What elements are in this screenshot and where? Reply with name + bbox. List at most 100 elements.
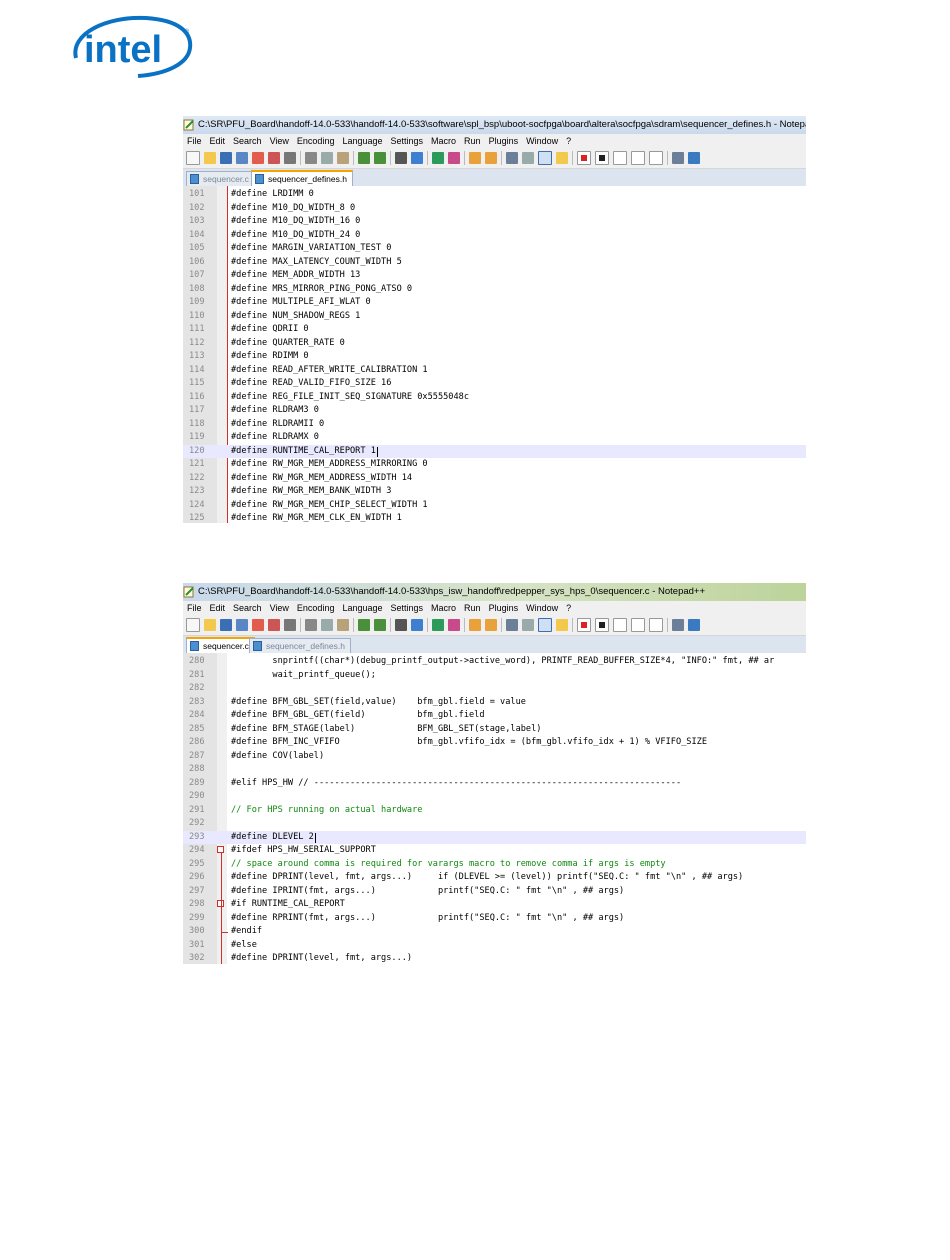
- code-line[interactable]: 120 #define RUNTIME_CAL_REPORT 1: [183, 444, 806, 458]
- code-line[interactable]: 284 #define BFM_GBL_GET(field) bfm_gbl.fi…: [183, 709, 806, 723]
- close-all-icon[interactable]: [268, 619, 280, 631]
- zoom-in-icon[interactable]: [432, 152, 444, 164]
- menu-macro[interactable]: Macro: [431, 136, 456, 146]
- menu-macro[interactable]: Macro: [431, 603, 456, 613]
- menu-search[interactable]: Search: [233, 603, 262, 613]
- find-icon[interactable]: [395, 152, 407, 164]
- menu-view[interactable]: View: [270, 136, 289, 146]
- print-icon[interactable]: [284, 619, 296, 631]
- code-line[interactable]: 288: [183, 763, 806, 777]
- code-line[interactable]: 125 #define RW_MGR_MEM_CLK_EN_WIDTH 1: [183, 512, 806, 523]
- code-line[interactable]: 104 #define M10_DQ_WIDTH_24 0: [183, 229, 806, 243]
- new-file-icon[interactable]: [186, 618, 200, 632]
- paste-icon[interactable]: [337, 152, 349, 164]
- code-line[interactable]: 113 #define RDIMM 0: [183, 350, 806, 364]
- code-line[interactable]: 299 #define RPRINT(fmt, args...) printf("…: [183, 912, 806, 926]
- menu-view[interactable]: View: [270, 603, 289, 613]
- close-all-icon[interactable]: [268, 152, 280, 164]
- replace-icon[interactable]: [411, 619, 423, 631]
- menu-language[interactable]: Language: [342, 603, 382, 613]
- indent-guide-icon[interactable]: [538, 618, 552, 632]
- menu-edit[interactable]: Edit: [210, 136, 226, 146]
- code-line[interactable]: 286 #define BFM_INC_VFIFO bfm_gbl.vfifo_i…: [183, 736, 806, 750]
- spellcheck-icon[interactable]: [688, 619, 700, 631]
- redo-icon[interactable]: [374, 619, 386, 631]
- code-line[interactable]: 115 #define READ_VALID_FIFO_SIZE 16: [183, 377, 806, 391]
- code-line[interactable]: 295 // space around comma is required for…: [183, 858, 806, 872]
- record-macro-icon[interactable]: [577, 151, 591, 165]
- menu-help[interactable]: ?: [566, 136, 571, 146]
- plugin-tool-icon[interactable]: [672, 619, 684, 631]
- copy-icon[interactable]: [321, 619, 333, 631]
- menu-encoding[interactable]: Encoding: [297, 603, 335, 613]
- code-line[interactable]: 296 #define DPRINT(level, fmt, args...) i…: [183, 871, 806, 885]
- code-line[interactable]: 293 #define DLEVEL 2: [183, 830, 806, 844]
- code-line[interactable]: 105 #define MARGIN_VARIATION_TEST 0: [183, 242, 806, 256]
- sync-horizontal-icon[interactable]: [485, 152, 497, 164]
- code-line[interactable]: 124 #define RW_MGR_MEM_CHIP_SELECT_WIDTH …: [183, 499, 806, 513]
- save-icon[interactable]: [220, 152, 232, 164]
- menu-window[interactable]: Window: [526, 136, 558, 146]
- stop-macro-icon[interactable]: [595, 151, 609, 165]
- code-line[interactable]: 116 #define REG_FILE_INIT_SEQ_SIGNATURE 0…: [183, 391, 806, 405]
- print-icon[interactable]: [284, 152, 296, 164]
- spellcheck-icon[interactable]: [688, 152, 700, 164]
- folder-as-workspace-icon[interactable]: [556, 152, 568, 164]
- run-macro-multiple-icon[interactable]: [631, 151, 645, 165]
- menu-edit[interactable]: Edit: [210, 603, 226, 613]
- plugin-tool-icon[interactable]: [672, 152, 684, 164]
- replace-icon[interactable]: [411, 152, 423, 164]
- code-line[interactable]: 106 #define MAX_LATENCY_COUNT_WIDTH 5: [183, 256, 806, 270]
- cut-icon[interactable]: [305, 152, 317, 164]
- play-macro-icon[interactable]: [613, 618, 627, 632]
- code-line[interactable]: 107 #define MEM_ADDR_WIDTH 13: [183, 269, 806, 283]
- code-line[interactable]: 289 #elif HPS_HW // ---------------------…: [183, 777, 806, 791]
- code-line[interactable]: 300 #endif: [183, 925, 806, 939]
- cut-icon[interactable]: [305, 619, 317, 631]
- code-line[interactable]: 302 #define DPRINT(level, fmt, args...): [183, 952, 806, 964]
- code-line[interactable]: 297 #define IPRINT(fmt, args...) printf("…: [183, 885, 806, 899]
- menu-file[interactable]: File: [187, 136, 202, 146]
- open-file-icon[interactable]: [204, 152, 216, 164]
- code-line[interactable]: 117 #define RLDRAM3 0: [183, 404, 806, 418]
- sync-horizontal-icon[interactable]: [485, 619, 497, 631]
- open-file-icon[interactable]: [204, 619, 216, 631]
- copy-icon[interactable]: [321, 152, 333, 164]
- find-icon[interactable]: [395, 619, 407, 631]
- code-line[interactable]: 283 #define BFM_GBL_SET(field,value) bfm_…: [183, 696, 806, 710]
- code-line[interactable]: 280 snprintf((char*)(debug_printf_output…: [183, 655, 806, 669]
- code-line[interactable]: 287 #define COV(label): [183, 750, 806, 764]
- code-line[interactable]: 108 #define MRS_MIRROR_PING_PONG_ATSO 0: [183, 283, 806, 297]
- code-line[interactable]: 290: [183, 790, 806, 804]
- code-line[interactable]: 281 wait_printf_queue();: [183, 669, 806, 683]
- close-file-icon[interactable]: [252, 619, 264, 631]
- menu-run[interactable]: Run: [464, 603, 481, 613]
- code-line[interactable]: 109 #define MULTIPLE_AFI_WLAT 0: [183, 296, 806, 310]
- menu-search[interactable]: Search: [233, 136, 262, 146]
- menu-settings[interactable]: Settings: [391, 603, 424, 613]
- sync-vertical-icon[interactable]: [469, 152, 481, 164]
- save-icon[interactable]: [220, 619, 232, 631]
- menu-encoding[interactable]: Encoding: [297, 136, 335, 146]
- tab-sequencer-c[interactable]: sequencer.c: [186, 171, 255, 187]
- record-macro-icon[interactable]: [577, 618, 591, 632]
- new-file-icon[interactable]: [186, 151, 200, 165]
- code-line[interactable]: 118 #define RLDRAMII 0: [183, 418, 806, 432]
- folder-as-workspace-icon[interactable]: [556, 619, 568, 631]
- code-line[interactable]: 112 #define QUARTER_RATE 0: [183, 337, 806, 351]
- indent-guide-icon[interactable]: [538, 151, 552, 165]
- undo-icon[interactable]: [358, 152, 370, 164]
- paste-icon[interactable]: [337, 619, 349, 631]
- menu-run[interactable]: Run: [464, 136, 481, 146]
- code-line[interactable]: 111 #define QDRII 0: [183, 323, 806, 337]
- code-line[interactable]: 102 #define M10_DQ_WIDTH_8 0: [183, 202, 806, 216]
- close-file-icon[interactable]: [252, 152, 264, 164]
- menu-settings[interactable]: Settings: [391, 136, 424, 146]
- code-line[interactable]: 123 #define RW_MGR_MEM_BANK_WIDTH 3: [183, 485, 806, 499]
- play-macro-icon[interactable]: [613, 151, 627, 165]
- save-macro-icon[interactable]: [649, 618, 663, 632]
- code-line[interactable]: 285 #define BFM_STAGE(label) BFM_GBL_SET(…: [183, 723, 806, 737]
- menu-plugins[interactable]: Plugins: [489, 603, 519, 613]
- code-line[interactable]: 291 // For HPS running on actual hardware: [183, 804, 806, 818]
- code-line[interactable]: 119 #define RLDRAMX 0: [183, 431, 806, 445]
